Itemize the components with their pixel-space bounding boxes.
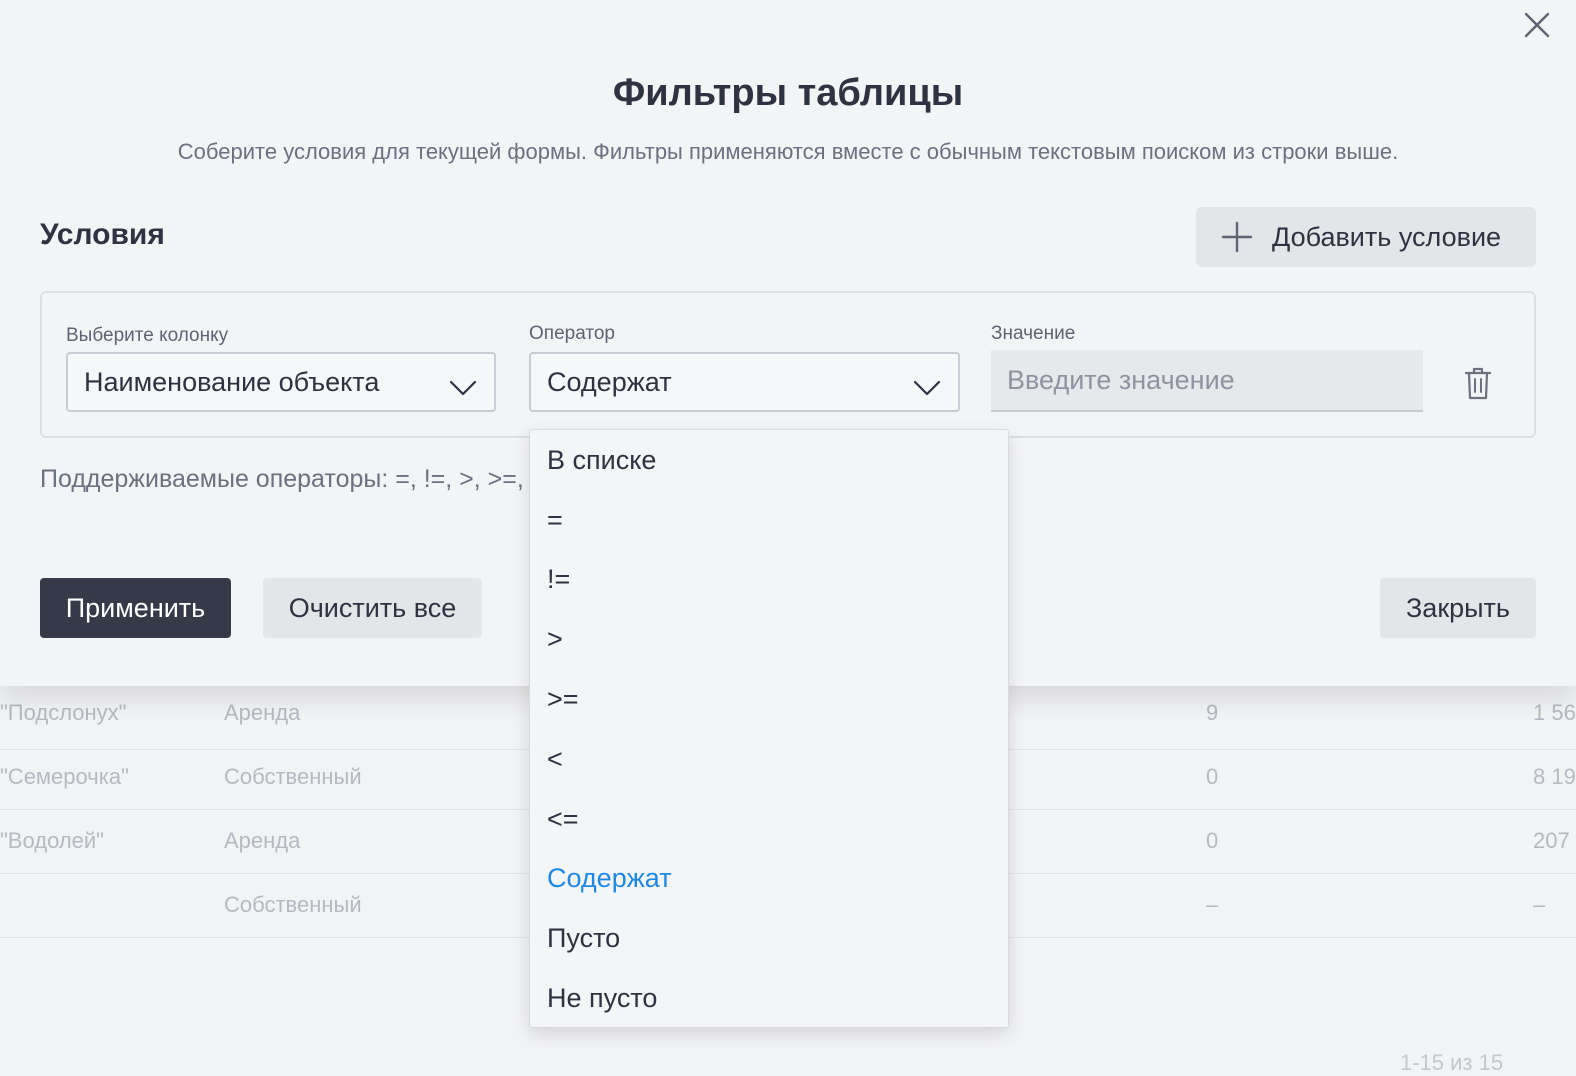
table-cell-count: 9 — [1206, 700, 1219, 725]
column-label: Выберите колонку — [66, 325, 229, 346]
table-cell-name: "Семерочка" — [0, 764, 129, 789]
add-condition-button[interactable]: Добавить условие — [1196, 207, 1536, 267]
operator-option[interactable]: <= — [530, 789, 1008, 849]
modal-title: Фильтры таблицы — [612, 72, 964, 114]
close-icon[interactable] — [1520, 8, 1554, 42]
add-condition-label: Добавить условие — [1272, 221, 1502, 252]
table-cell-amount: – — [1533, 892, 1546, 917]
operator-option[interactable]: < — [530, 729, 1008, 789]
table-cell-count: 0 — [1206, 828, 1219, 853]
chevron-down-icon — [448, 374, 478, 396]
operator-option[interactable]: Не пусто — [530, 968, 1008, 1028]
value-input[interactable] — [991, 350, 1423, 412]
value-label: Значение — [991, 323, 1076, 344]
trash-icon[interactable] — [1462, 366, 1494, 402]
operator-option[interactable]: != — [530, 549, 1008, 609]
table-cell-amount: 8 19 — [1533, 764, 1576, 789]
operator-option[interactable]: = — [530, 490, 1008, 550]
plus-icon — [1220, 220, 1254, 254]
operator-option-selected[interactable]: Содержат — [530, 848, 1008, 908]
operator-option[interactable]: > — [530, 609, 1008, 669]
table-cell-type: Собственный — [224, 764, 362, 789]
table-cell-count: 0 — [1206, 764, 1219, 789]
table-cell-type: Аренда — [224, 700, 301, 725]
operators-hint: Поддерживаемые операторы: =, !=, >, >=, — [40, 465, 524, 493]
table-cell-type: Собственный — [224, 892, 362, 917]
clear-all-button[interactable]: Очистить все — [263, 578, 482, 638]
close-button[interactable]: Закрыть — [1380, 578, 1536, 638]
conditions-heading: Условия — [40, 218, 165, 251]
operator-select-value: Содержат — [547, 366, 672, 397]
operator-select[interactable]: Содержат — [529, 352, 960, 412]
operator-label: Оператор — [529, 323, 615, 344]
operator-option[interactable]: В списке — [530, 430, 1008, 490]
table-cell-name: "Водолей" — [0, 828, 104, 853]
modal-subtitle: Соберите условия для текущей формы. Филь… — [177, 139, 1399, 164]
apply-button[interactable]: Применить — [40, 578, 231, 638]
pagination-info: 1-15 из 15 — [1400, 1050, 1504, 1075]
column-select-value: Наименование объекта — [84, 366, 380, 397]
chevron-down-icon — [912, 374, 942, 396]
operator-option[interactable]: Пусто — [530, 908, 1008, 968]
table-cell-type: Аренда — [224, 828, 301, 853]
table-cell-name: "Подслонух" — [0, 700, 127, 725]
column-select[interactable]: Наименование объекта — [66, 352, 496, 412]
table-cell-amount: 1 56 — [1533, 700, 1576, 725]
table-cell-amount: 207 — [1533, 828, 1570, 853]
operator-dropdown: В списке = != > >= < <= Содержат Пусто Н… — [529, 429, 1009, 1028]
table-cell-count: – — [1206, 892, 1219, 917]
operator-option[interactable]: >= — [530, 669, 1008, 729]
